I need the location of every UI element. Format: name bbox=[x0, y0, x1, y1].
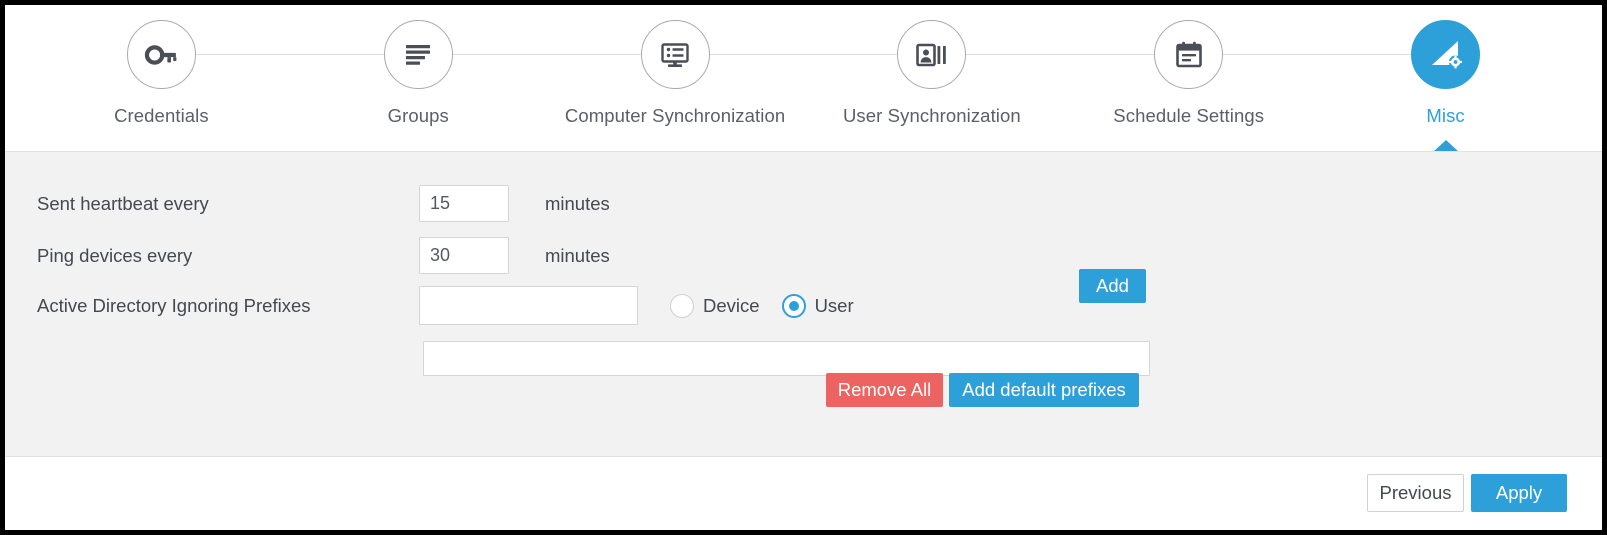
calendar-icon bbox=[1174, 40, 1204, 70]
heartbeat-label: Sent heartbeat every bbox=[37, 192, 209, 214]
wizard-window: Credentials Groups Computer Synchronizat… bbox=[0, 0, 1607, 535]
prefixes-label: Active Directory Ignoring Prefixes bbox=[37, 294, 311, 316]
misc-settings-panel: Sent heartbeat every minutes Ping device… bbox=[5, 151, 1602, 457]
step-groups-label: Groups bbox=[387, 105, 449, 126]
step-schedule-settings-circle[interactable] bbox=[1154, 20, 1224, 89]
heartbeat-unit: minutes bbox=[545, 192, 610, 214]
step-computer-synchronization[interactable]: Computer Synchronization bbox=[547, 5, 804, 151]
align-left-icon bbox=[403, 40, 433, 70]
step-credentials-label: Credentials bbox=[114, 105, 209, 126]
radio-user-label: User bbox=[814, 294, 854, 316]
key-icon bbox=[144, 38, 178, 72]
step-credentials[interactable]: Credentials bbox=[33, 5, 290, 151]
radio-device-mark[interactable] bbox=[670, 293, 694, 318]
step-user-synchronization-label: User Synchronization bbox=[842, 105, 1021, 126]
radio-device[interactable]: Device bbox=[670, 293, 760, 318]
step-credentials-circle[interactable] bbox=[126, 20, 196, 89]
prefixes-list-box[interactable] bbox=[423, 341, 1150, 376]
step-schedule-settings[interactable]: Schedule Settings bbox=[1060, 5, 1317, 151]
prefixes-row: Active Directory Ignoring Prefixes Devic… bbox=[37, 286, 876, 325]
step-groups[interactable]: Groups bbox=[290, 5, 547, 151]
step-schedule-settings-label: Schedule Settings bbox=[1113, 105, 1265, 126]
radio-user-mark[interactable] bbox=[781, 293, 806, 318]
ping-unit: minutes bbox=[545, 244, 610, 266]
ping-input[interactable] bbox=[419, 237, 509, 274]
step-misc-circle[interactable] bbox=[1411, 20, 1481, 89]
wizard-footer: Previous Apply bbox=[5, 457, 1602, 529]
apply-button[interactable]: Apply bbox=[1471, 474, 1567, 512]
heartbeat-row: Sent heartbeat every minutes bbox=[37, 185, 610, 222]
id-card-icon bbox=[916, 41, 948, 69]
radio-device-dot bbox=[677, 301, 687, 311]
prefix-type-radio-group: Device User bbox=[670, 293, 876, 318]
step-misc[interactable]: Misc bbox=[1317, 5, 1574, 152]
wizard-stepper: Credentials Groups Computer Synchronizat… bbox=[5, 5, 1602, 152]
ping-row: Ping devices every minutes bbox=[37, 237, 610, 274]
prefix-list-actions: Remove All Add default prefixes bbox=[826, 373, 1139, 407]
remove-all-button[interactable]: Remove All bbox=[826, 373, 943, 407]
ping-label: Ping devices every bbox=[37, 244, 193, 266]
monitor-list-icon bbox=[659, 39, 691, 71]
stepper-steps: Credentials Groups Computer Synchronizat… bbox=[5, 5, 1602, 152]
radio-user-dot bbox=[788, 300, 799, 311]
add-default-prefixes-button[interactable]: Add default prefixes bbox=[949, 373, 1139, 407]
step-computer-synchronization-label: Computer Synchronization bbox=[564, 105, 786, 126]
prefixes-list-row bbox=[423, 341, 1150, 376]
radio-user[interactable]: User bbox=[781, 293, 854, 318]
step-groups-circle[interactable] bbox=[383, 20, 453, 89]
step-computer-synchronization-circle[interactable] bbox=[640, 20, 710, 89]
step-user-synchronization[interactable]: User Synchronization bbox=[803, 5, 1060, 151]
step-misc-label: Misc bbox=[1426, 105, 1465, 126]
ruler-gear-icon bbox=[1428, 38, 1464, 72]
radio-device-label: Device bbox=[703, 294, 760, 316]
prefixes-input[interactable] bbox=[419, 286, 638, 325]
add-prefix-button[interactable]: Add bbox=[1079, 269, 1146, 303]
previous-button[interactable]: Previous bbox=[1367, 474, 1464, 512]
heartbeat-input[interactable] bbox=[419, 185, 509, 222]
step-user-synchronization-circle[interactable] bbox=[897, 20, 967, 89]
